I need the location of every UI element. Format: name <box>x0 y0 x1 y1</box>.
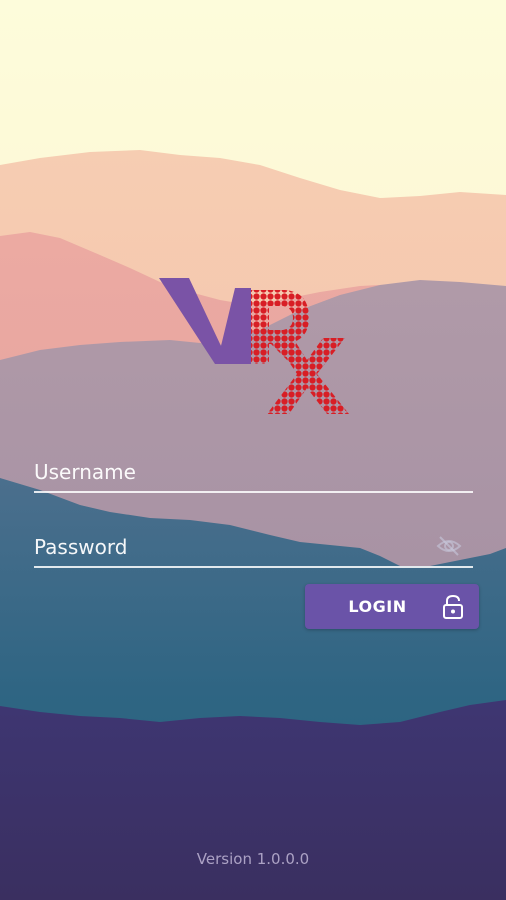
password-field[interactable] <box>34 530 473 568</box>
username-field[interactable] <box>34 455 473 493</box>
login-button-label: LOGIN <box>348 597 407 616</box>
vrx-logo <box>159 278 349 414</box>
username-input[interactable] <box>34 455 424 489</box>
version-text: Version 1.0.0.0 <box>196 850 310 868</box>
password-input[interactable] <box>34 530 424 564</box>
mountain-background <box>0 0 506 900</box>
login-button[interactable]: LOGIN <box>305 584 479 629</box>
eye-off-icon[interactable] <box>435 532 463 560</box>
lock-open-icon <box>443 594 463 619</box>
